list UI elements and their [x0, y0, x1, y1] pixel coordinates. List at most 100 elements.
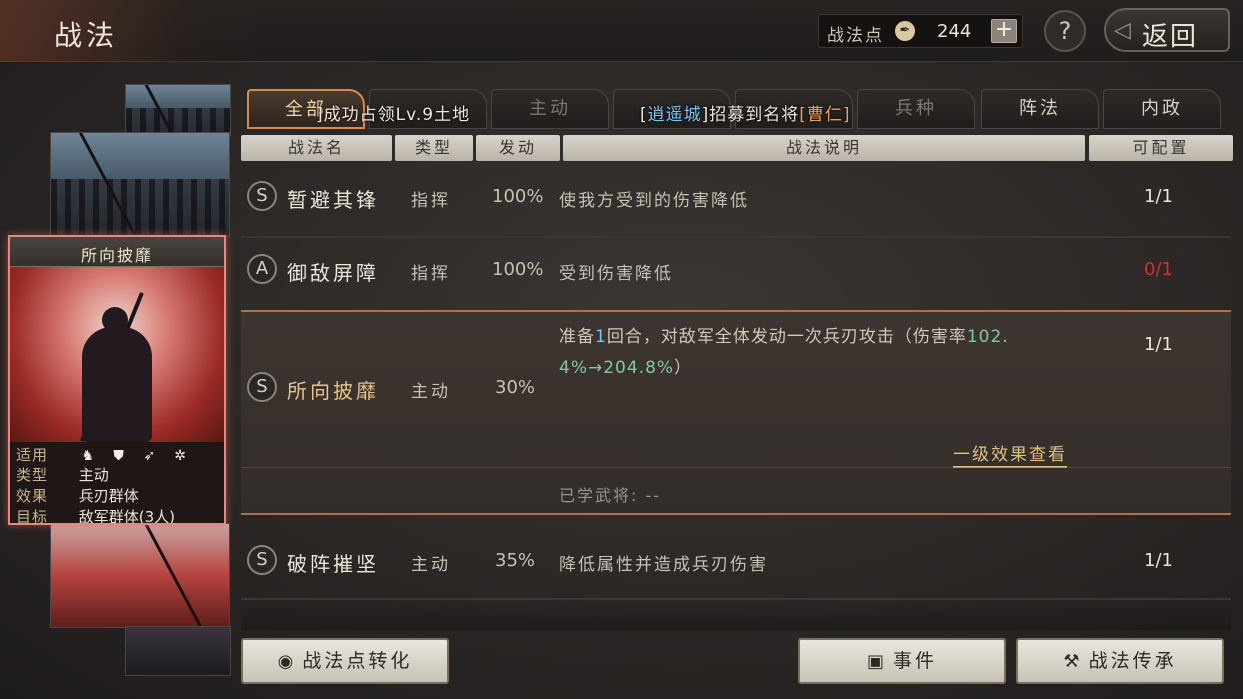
back-arrow-icon: ◁	[1114, 18, 1131, 43]
spear-art	[138, 524, 207, 627]
skill-desc-long: 准备1回合，对敌军全体发动一次兵刃攻击（伤害率102. 4%→204.8%）	[559, 322, 1079, 384]
card-artwork	[10, 267, 224, 442]
effect-label: 效果	[16, 487, 49, 505]
effect-value: 兵刃群体	[78, 487, 139, 505]
skill-type: 主动	[411, 555, 451, 575]
help-button[interactable]: ?	[1044, 10, 1086, 52]
bow-icon: ➶	[143, 447, 156, 464]
card-info-panel: 适用 ♞ ⛊ ➶ ✲ 类型 主动 效果 兵刃群体 目标 敌军群体(3人)	[10, 442, 224, 525]
card-effect-row: 效果 兵刃群体	[16, 485, 139, 505]
skill-rate: 100%	[492, 259, 544, 280]
desc-number: 1	[595, 327, 607, 347]
type-label: 类型	[16, 466, 49, 484]
feather-coin-icon: ✒	[895, 21, 915, 41]
wheel-icon: ✲	[174, 447, 186, 464]
card-art-bottom[interactable]	[125, 626, 231, 676]
desc-number: 4%→204.8%	[559, 358, 675, 378]
skill-row-2[interactable]: A 御敌屏障 指挥 100% 受到伤害降低 0/1	[241, 238, 1231, 308]
skill-points-label: 战法点	[827, 26, 884, 46]
learned-value: --	[645, 486, 662, 505]
card-title: 所向披靡	[80, 246, 153, 265]
learned-generals: 已学武将: --	[559, 482, 661, 506]
column-config[interactable]: 可配置	[1089, 135, 1233, 161]
grade-badge: S	[247, 545, 277, 575]
target-label: 目标	[16, 508, 49, 525]
grade-badge: S	[247, 372, 277, 402]
page-title: 战法	[54, 19, 119, 52]
card-art-top[interactable]	[125, 84, 231, 136]
back-button[interactable]: ◁ 返回	[1104, 8, 1230, 52]
skill-config: 1/1	[1144, 334, 1173, 355]
notification-1: ]成功占领Lv.9土地	[316, 105, 471, 125]
desc-part: ）	[674, 358, 693, 378]
general-name: [曹仁]	[799, 105, 851, 125]
skill-rate: 35%	[495, 550, 536, 571]
card-art-red[interactable]	[50, 523, 230, 628]
level-effect-link[interactable]: 一级效果查看	[953, 440, 1067, 468]
selected-skill-card[interactable]: 所向披靡 适用 ♞ ⛊ ➶ ✲ 类型 主动 效果 兵刃群体 目标 敌军群体(3人…	[8, 235, 226, 525]
skill-config: 1/1	[1144, 550, 1173, 571]
hammer-icon: ⚒	[1063, 651, 1083, 672]
soldiers-art	[51, 179, 229, 236]
city-name: 逍遥城	[647, 105, 702, 125]
event-label: 事件	[893, 650, 938, 672]
skill-points-value: 244	[937, 21, 972, 42]
back-label: 返回	[1142, 22, 1199, 52]
header-glow	[0, 0, 260, 62]
soldiers-art	[126, 107, 230, 135]
skill-row-4[interactable]: S 破阵摧坚 主动 35% 降低属性并造成兵刃伤害 1/1	[241, 525, 1231, 595]
tab-troops[interactable]: 兵种	[857, 89, 975, 129]
skill-type: 主动	[411, 382, 451, 402]
column-name[interactable]: 战法名	[241, 135, 392, 161]
tab-domestic[interactable]: 内政	[1103, 89, 1221, 129]
skill-desc: 受到伤害降低	[559, 264, 673, 284]
column-description: 战法说明	[563, 135, 1085, 161]
tab-active-skills[interactable]: 主动	[491, 89, 609, 129]
event-button[interactable]: ▣ 事件	[798, 638, 1006, 684]
type-value: 主动	[78, 466, 109, 484]
skill-name: 破阵摧坚	[287, 552, 379, 576]
grade-badge: A	[247, 254, 277, 284]
tab-formation[interactable]: 阵法	[981, 89, 1099, 129]
list-scroll-fade	[241, 600, 1231, 630]
expanded-divider	[241, 467, 1231, 468]
convert-label: 战法点转化	[302, 650, 413, 672]
skill-points-display: 战法点 ✒ 244 +	[818, 14, 1023, 48]
notification-text: ]招募到名将	[701, 105, 800, 125]
desc-part: 准备	[559, 327, 595, 347]
cavalry-icon: ♞	[81, 447, 95, 464]
notification-2: [逍遥城]招募到名将[曹仁]	[640, 100, 851, 125]
skill-config: 0/1	[1144, 259, 1173, 280]
skill-type: 指挥	[411, 264, 451, 284]
card-target-row: 目标 敌军群体(3人)	[16, 506, 175, 525]
skill-config: 1/1	[1144, 186, 1173, 207]
convert-points-button[interactable]: ◉ 战法点转化	[241, 638, 449, 684]
column-type[interactable]: 类型	[395, 135, 473, 161]
shield-icon: ⛊	[113, 447, 124, 464]
inherit-skill-button[interactable]: ⚒ 战法传承	[1016, 638, 1224, 684]
skill-name: 所向披靡	[287, 379, 379, 403]
add-points-button[interactable]: +	[991, 19, 1017, 43]
card-applies-row: 适用 ♞ ⛊ ➶ ✲	[16, 444, 197, 464]
card-type-row: 类型 主动	[16, 464, 109, 484]
skill-row-1[interactable]: S 暂避其锋 指挥 100% 使我方受到的伤害降低 1/1	[241, 165, 1231, 235]
notice-icon: ▣	[866, 651, 887, 672]
skill-rate: 100%	[492, 186, 544, 207]
column-trigger[interactable]: 发动	[476, 135, 560, 161]
card-art-blue[interactable]	[50, 132, 230, 237]
desc-number: 102.	[966, 327, 1009, 347]
applies-label: 适用	[16, 446, 49, 464]
skill-desc: 降低属性并造成兵刃伤害	[559, 555, 768, 575]
skill-desc: 使我方受到的伤害降低	[559, 191, 749, 211]
skill-name: 御敌屏障	[287, 261, 379, 285]
grade-badge: S	[247, 181, 277, 211]
coin-icon: ◉	[277, 651, 297, 672]
top-bar: 战法 战法点 ✒ 244 + ? ◁ 返回	[0, 0, 1243, 62]
hero-silhouette-art	[82, 327, 152, 442]
skill-type: 指挥	[411, 191, 451, 211]
bracket-open: [	[640, 105, 648, 125]
learned-label: 已学武将:	[559, 486, 639, 505]
desc-part: 回合，对敌军全体发动一次兵刃攻击（伤害率	[606, 327, 967, 347]
skill-name: 暂避其锋	[287, 188, 379, 212]
skill-row-expanded[interactable]: S 所向披靡 主动 30% 准备1回合，对敌军全体发动一次兵刃攻击（伤害率102…	[241, 310, 1231, 515]
